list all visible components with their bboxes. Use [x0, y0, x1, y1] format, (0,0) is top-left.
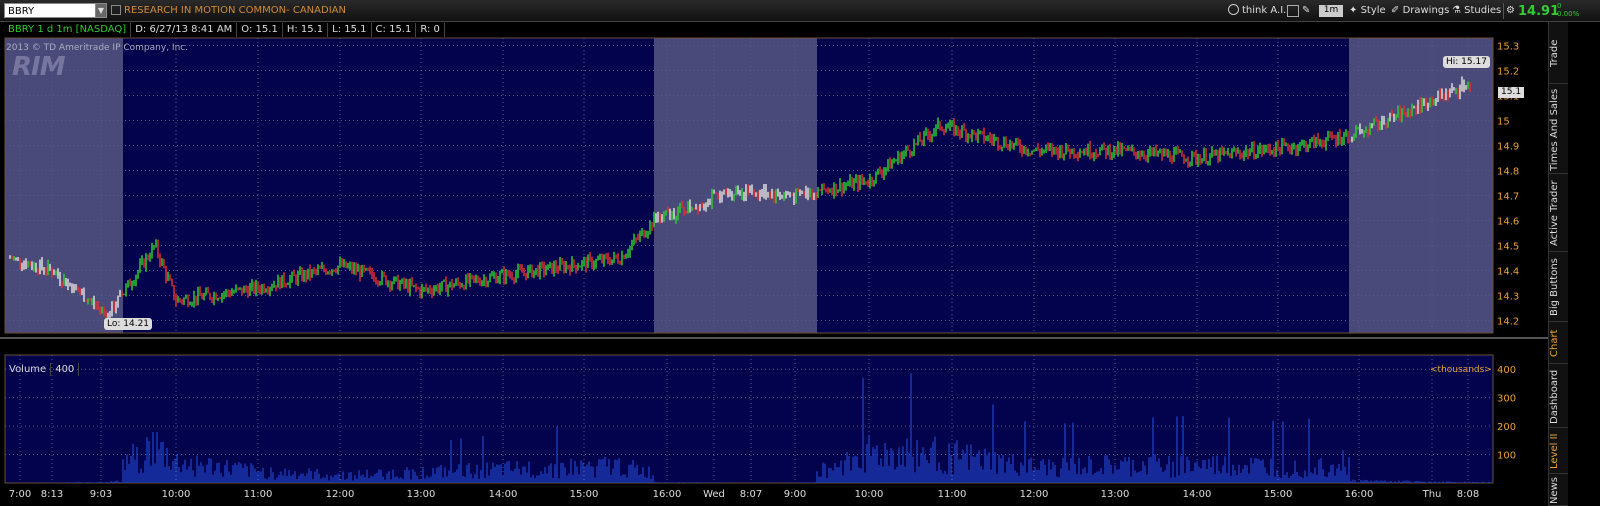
time-axis-label: 10:00: [162, 489, 191, 500]
side-tab-bar: Trade Times And Sales Active Trader Big …: [1548, 22, 1569, 506]
volume-axis-label: 200: [1497, 422, 1516, 433]
volume-axis-label: 400: [1497, 365, 1516, 376]
time-axis-label: 11:00: [244, 489, 273, 500]
volume-axis-label: 100: [1497, 451, 1516, 462]
price-axis-label: 14.7: [1497, 192, 1519, 203]
time-axis-label: 12:00: [1020, 489, 1049, 500]
price-axis-label: 14.5: [1497, 242, 1519, 253]
time-axis-label: Thu: [1422, 489, 1442, 500]
price-axis-label: 14.4: [1497, 267, 1519, 278]
company-watermark: RIM: [12, 52, 66, 82]
volume-header: Volume 400: [5, 363, 80, 376]
studies-button[interactable]: ⚗ Studies: [1452, 3, 1501, 19]
price-change: 0 0.00%: [1557, 2, 1579, 18]
pencil-icon: ✐: [1391, 5, 1403, 16]
last-price-tag: 15.1: [1498, 87, 1525, 98]
regular-session-shade: [817, 38, 1349, 333]
symbol-dropdown-button[interactable]: ▼: [95, 3, 107, 18]
time-axis-label: 13:00: [1101, 489, 1130, 500]
company-info-icon[interactable]: [111, 5, 121, 15]
time-axis-label: 11:00: [938, 489, 967, 500]
toolbar-divider: [1503, 3, 1504, 19]
tab-chart[interactable]: Chart: [1549, 324, 1569, 364]
time-axis-label: 8:08: [1457, 489, 1479, 500]
last-price: 14.91: [1518, 4, 1560, 19]
price-axis-label: 15: [1497, 117, 1510, 128]
price-axis-label: 14.2: [1497, 317, 1519, 328]
style-label: Style: [1360, 5, 1386, 16]
volume-panel-bg: [5, 355, 1493, 483]
time-axis-label: 7:00: [9, 489, 31, 500]
flask-icon: ⚗: [1452, 5, 1465, 16]
studies-label: Studies: [1464, 5, 1502, 16]
price-chart[interactable]: 15.3 15.2 15.1 15 14.9 14.8 14.7 14.6 14.5 14.4 14…: [0, 22, 1548, 506]
time-axis-label: 12:00: [326, 489, 355, 500]
price-axis-label: 15.3: [1497, 42, 1519, 53]
style-button[interactable]: ✦ Style: [1349, 3, 1386, 19]
clock-icon: [1228, 4, 1239, 15]
price-axis-label: 14.3: [1497, 292, 1519, 303]
tab-active-trader[interactable]: Active Trader: [1549, 176, 1569, 252]
time-axis-label: 8:13: [41, 489, 63, 500]
time-axis-label: 16:00: [1345, 489, 1374, 500]
price-axis-label: 14.8: [1497, 167, 1519, 178]
top-toolbar: BBRY ▼ RESEARCH IN MOTION COMMON- CANADI…: [0, 0, 1600, 22]
drawings-label: Drawings: [1402, 5, 1450, 16]
think-ai-button[interactable]: think A.I.: [1228, 3, 1286, 19]
volume-label: Volume: [5, 363, 52, 376]
tab-level-ii[interactable]: Level II: [1549, 430, 1569, 474]
interval-button[interactable]: 1m: [1319, 5, 1343, 17]
chart-container[interactable]: BBRY 1 d 1m [NASDAQ] D: 6/27/13 8:41 AM …: [0, 22, 1548, 506]
time-axis-label: 9:00: [784, 489, 806, 500]
time-axis-label: 16:00: [653, 489, 682, 500]
low-label: Lo: 14.21: [104, 318, 153, 330]
drawings-button[interactable]: ✐ Drawings: [1391, 3, 1449, 19]
right-edge-strip: [1568, 22, 1600, 506]
tab-times-and-sales[interactable]: Times And Sales: [1549, 86, 1569, 174]
style-icon: ✦: [1349, 5, 1361, 16]
high-label: Hi: 15.17: [1443, 56, 1490, 68]
price-axis-label: 14.6: [1497, 217, 1519, 228]
volume-axis-label: 300: [1497, 394, 1516, 405]
time-axis-label: 14:00: [489, 489, 518, 500]
wrench-icon[interactable]: ✎: [1302, 3, 1310, 19]
time-axis-label: 9:03: [90, 489, 112, 500]
settings-icon[interactable]: ⚙: [1506, 3, 1515, 19]
regular-session-shade: [123, 38, 654, 333]
time-axis-label: 15:00: [1264, 489, 1293, 500]
time-axis-label: 8:07: [740, 489, 762, 500]
volume-unit: <thousands>: [1430, 365, 1492, 375]
time-axis-label: 14:00: [1183, 489, 1212, 500]
tab-big-buttons[interactable]: Big Buttons: [1549, 254, 1569, 322]
tab-dashboard[interactable]: Dashboard: [1549, 366, 1569, 428]
price-axis-label: 15.2: [1497, 67, 1519, 78]
time-axis-label: Wed: [703, 489, 725, 500]
company-name: RESEARCH IN MOTION COMMON- CANADIAN: [124, 5, 346, 16]
grid-icon[interactable]: [1287, 5, 1299, 17]
time-axis-label: 13:00: [407, 489, 436, 500]
time-axis-label: 15:00: [570, 489, 599, 500]
symbol-input[interactable]: BBRY: [4, 3, 96, 18]
time-axis-label: 10:00: [855, 489, 884, 500]
net-change: 0: [1557, 2, 1562, 10]
tab-trade[interactable]: Trade: [1549, 24, 1569, 84]
tab-news[interactable]: News: [1549, 476, 1569, 506]
percent-change: 0.00%: [1557, 10, 1580, 18]
volume-scale-value: 400: [51, 363, 80, 376]
price-axis-label: 14.9: [1497, 142, 1519, 153]
think-ai-label: think A.I.: [1242, 5, 1287, 16]
